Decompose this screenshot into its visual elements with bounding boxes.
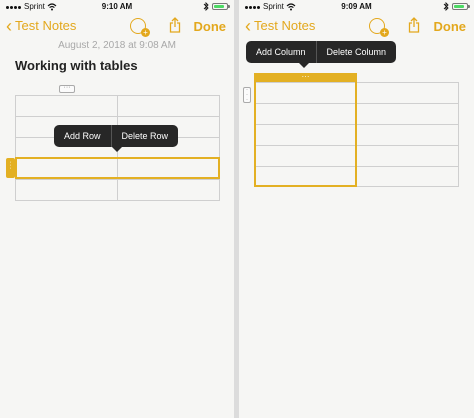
add-people-icon[interactable]: + bbox=[130, 18, 150, 37]
done-button[interactable]: Done bbox=[194, 19, 227, 34]
back-chevron-icon: ‹ bbox=[245, 15, 251, 36]
add-people-icon[interactable]: + bbox=[369, 18, 389, 37]
share-icon[interactable] bbox=[169, 17, 181, 33]
navigation-bar: ‹ Test Notes + Done bbox=[239, 14, 474, 40]
plus-icon: + bbox=[141, 28, 150, 37]
note-title: Working with tables bbox=[15, 58, 138, 73]
selected-row[interactable] bbox=[15, 157, 220, 179]
back-label: Test Notes bbox=[254, 18, 316, 33]
delete-row-button[interactable]: Delete Row bbox=[112, 125, 179, 147]
note-date: August 2, 2018 at 9:08 AM bbox=[58, 40, 176, 51]
back-button[interactable]: ‹ Test Notes bbox=[6, 15, 77, 36]
phone-right-screen: Sprint 9:09 AM ‹ Test Notes + Done Add C… bbox=[239, 0, 474, 418]
battery-icon bbox=[212, 3, 230, 10]
battery-icon bbox=[452, 3, 470, 10]
phone-left-screen: Sprint 9:10 AM ‹ Test Notes + Done Augus… bbox=[0, 0, 234, 418]
delete-column-button[interactable]: Delete Column bbox=[317, 41, 397, 63]
plus-icon: + bbox=[380, 28, 389, 37]
status-bar: Sprint 9:10 AM bbox=[0, 0, 234, 14]
done-button[interactable]: Done bbox=[434, 19, 467, 34]
back-label: Test Notes bbox=[15, 18, 77, 33]
status-time: 9:09 AM bbox=[341, 2, 372, 11]
navigation-bar: ‹ Test Notes + Done bbox=[0, 14, 234, 40]
bluetooth-icon bbox=[443, 2, 449, 11]
row-grip-icon[interactable]: · · · bbox=[6, 158, 15, 178]
column-grip-icon[interactable]: ··· bbox=[254, 73, 357, 82]
table-side-grip-icon[interactable]: · · · bbox=[243, 87, 251, 103]
column-context-menu: Add Column Delete Column bbox=[246, 41, 397, 63]
battery-level bbox=[454, 5, 465, 8]
status-time: 9:10 AM bbox=[101, 2, 133, 11]
selected-column[interactable] bbox=[254, 82, 357, 187]
menu-arrow bbox=[112, 147, 122, 152]
battery-level bbox=[214, 5, 225, 8]
back-chevron-icon: ‹ bbox=[6, 15, 12, 36]
table-grip-icon[interactable]: ··· bbox=[59, 84, 75, 93]
share-icon[interactable] bbox=[408, 17, 420, 33]
back-button[interactable]: ‹ Test Notes bbox=[245, 15, 316, 36]
menu-arrow bbox=[299, 63, 309, 68]
row-context-menu: Add Row Delete Row bbox=[54, 125, 179, 147]
add-column-button[interactable]: Add Column bbox=[246, 41, 316, 63]
status-bar: Sprint 9:09 AM bbox=[239, 0, 474, 14]
add-row-button[interactable]: Add Row bbox=[54, 125, 111, 147]
bluetooth-icon bbox=[203, 2, 209, 11]
